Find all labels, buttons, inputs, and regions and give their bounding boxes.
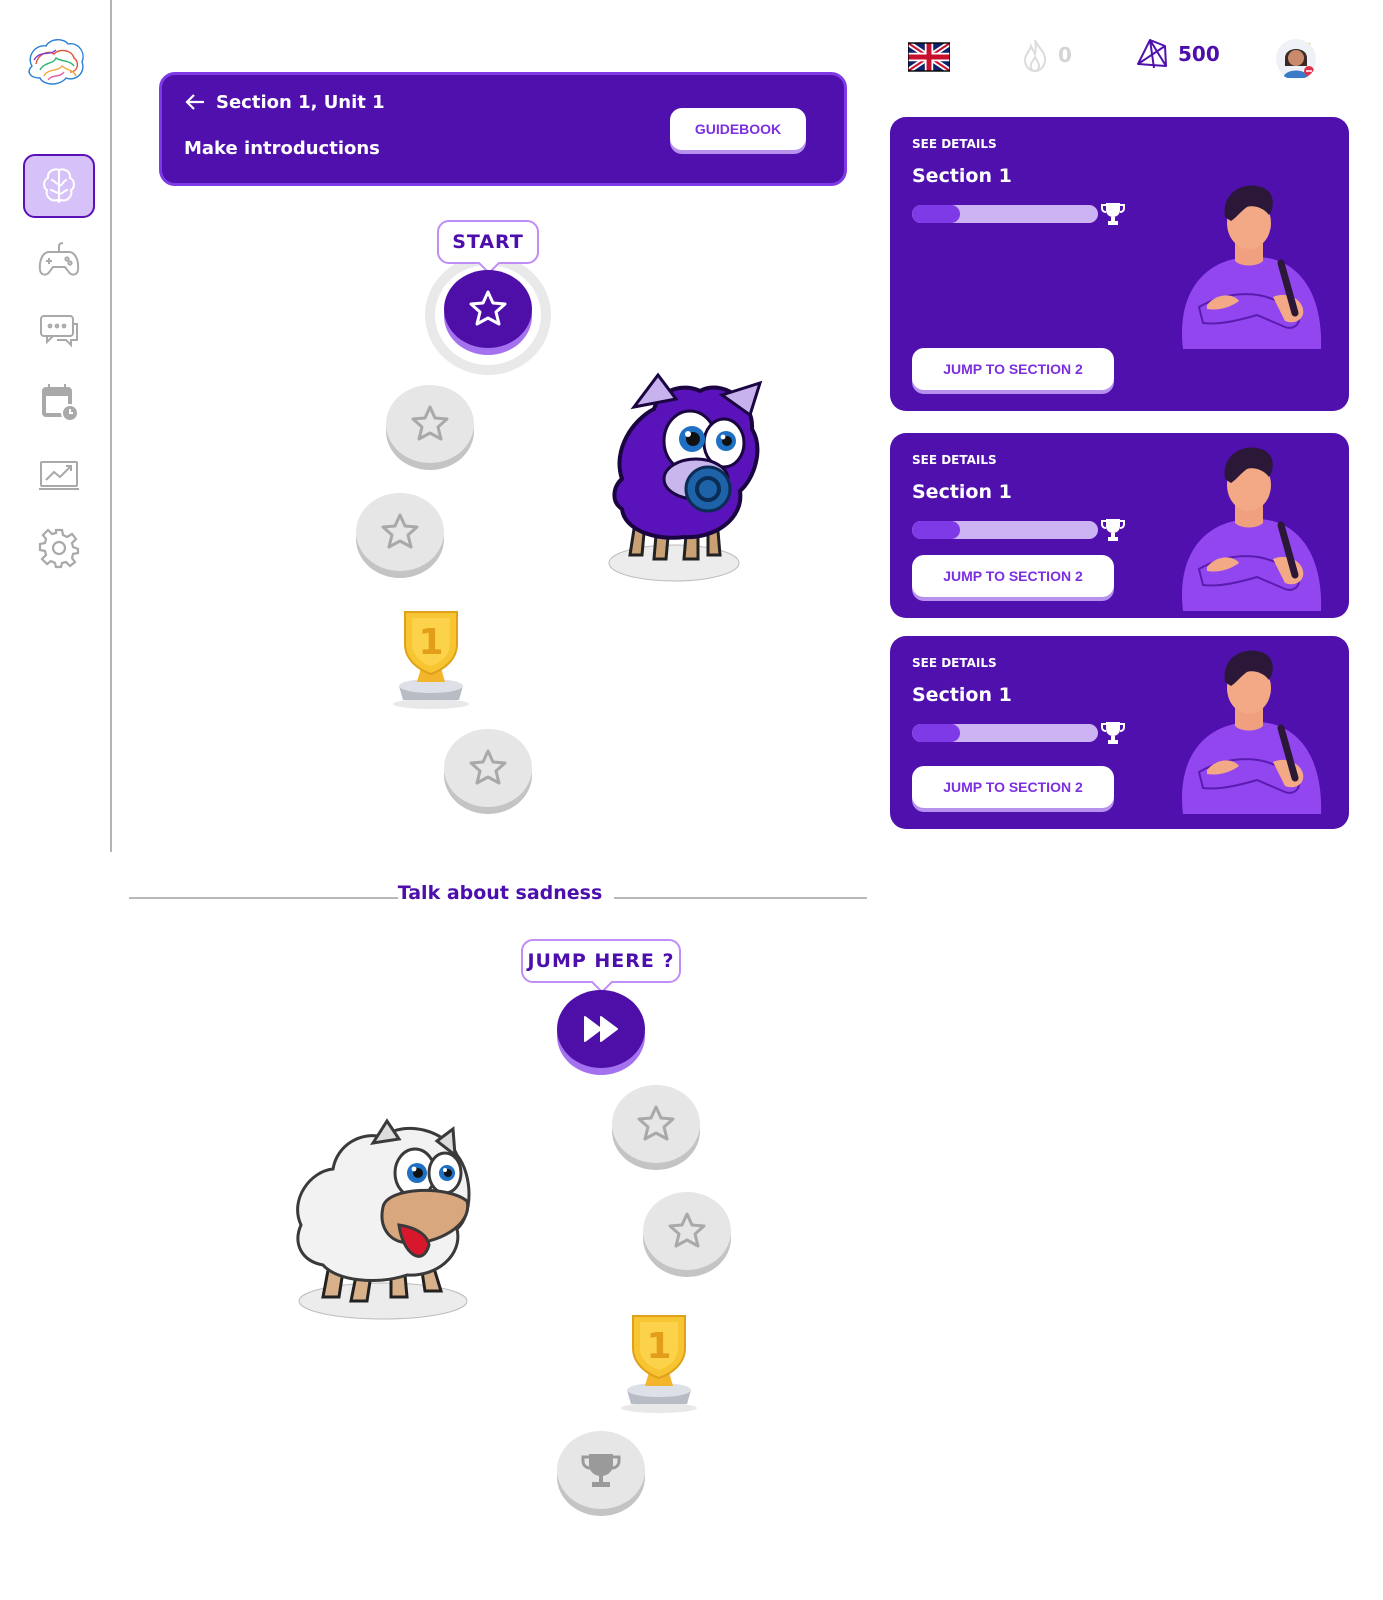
streak-count: 0 (1058, 43, 1072, 67)
see-details-link[interactable]: SEE DETAILS (912, 453, 997, 467)
progress-fill (912, 724, 961, 742)
guidebook-button[interactable]: GUIDEBOOK (670, 108, 806, 150)
divider-line (614, 897, 867, 899)
trophy-icon (1101, 722, 1125, 744)
person-illustration (1181, 185, 1322, 349)
fast-forward-icon (584, 1016, 618, 1042)
unit-section-label: Section 1, Unit 1 (216, 91, 385, 113)
unit-header: Section 1, Unit 1 Make introductions GUI… (159, 72, 847, 186)
start-bubble: START (437, 220, 539, 264)
svg-text:1: 1 (418, 622, 443, 663)
nav-games[interactable] (23, 228, 95, 292)
unit-trophy-node[interactable] (557, 1431, 645, 1515)
svg-text:1: 1 (646, 1326, 671, 1367)
lesson-node[interactable] (356, 493, 444, 577)
lesson-node[interactable] (612, 1085, 700, 1169)
section-progress-bar (912, 724, 1098, 742)
see-details-link[interactable]: SEE DETAILS (912, 137, 997, 151)
star-icon (469, 749, 507, 785)
person-illustration (1181, 447, 1322, 611)
unit-title: Make introductions (184, 138, 380, 159)
star-icon (411, 405, 449, 441)
gold-trophy-icon[interactable]: 1 (615, 1308, 703, 1418)
unit-divider-label: Talk about sadness (397, 882, 603, 904)
section-title: Section 1 (912, 481, 1012, 503)
gold-trophy-icon[interactable]: 1 (387, 604, 475, 714)
section-progress-bar (912, 205, 1098, 223)
star-icon (637, 1105, 675, 1141)
streak-stat[interactable]: 0 (1022, 38, 1072, 72)
gem-icon (1137, 39, 1167, 69)
trophy-icon (1101, 519, 1125, 541)
flame-icon (1023, 39, 1047, 72)
sidebar (0, 0, 112, 852)
white-sheep-mascot (296, 1118, 471, 1320)
jump-here-bubble: JUMP HERE ? (521, 939, 681, 983)
jump-to-section-button[interactable]: JUMP TO SECTION 2 (912, 555, 1114, 597)
progress-fill (912, 205, 961, 223)
nav-progress[interactable] (23, 444, 95, 508)
brain-icon (43, 168, 75, 204)
lesson-node[interactable] (444, 729, 532, 813)
progress-fill (912, 521, 961, 539)
star-icon (469, 290, 507, 326)
chart-icon (39, 461, 79, 490)
nav-brain[interactable] (23, 154, 95, 218)
divider-line (129, 897, 398, 899)
nav-calendar[interactable] (23, 370, 95, 434)
uk-flag-icon[interactable] (908, 41, 950, 73)
back-button[interactable]: Section 1, Unit 1 (184, 91, 385, 113)
trophy-icon (581, 1454, 621, 1487)
star-icon (668, 1212, 706, 1248)
user-avatar[interactable] (1275, 38, 1317, 80)
brain-logo[interactable] (24, 36, 88, 90)
see-details-link[interactable]: SEE DETAILS (912, 656, 997, 670)
section-title: Section 1 (912, 684, 1012, 706)
section-title: Section 1 (912, 165, 1012, 187)
calendar-clock-icon (42, 384, 79, 422)
lesson-node-start[interactable] (444, 270, 532, 354)
gems-stat[interactable]: 500 (1134, 38, 1220, 70)
chat-icon (40, 315, 78, 348)
gamepad-icon (38, 242, 80, 276)
jump-to-section-button[interactable]: JUMP TO SECTION 2 (912, 348, 1114, 390)
jump-here-node[interactable] (557, 990, 645, 1074)
section-card: SEE DETAILS Section 1 JUMP TO SECTION 2 (890, 433, 1349, 618)
lesson-node[interactable] (643, 1192, 731, 1276)
person-illustration (1181, 650, 1322, 814)
star-icon (381, 513, 419, 549)
arrow-left-icon (185, 94, 204, 110)
section-card: SEE DETAILS Section 1 JUMP TO SECTION 2 (890, 117, 1349, 411)
nav-chat[interactable] (23, 298, 95, 362)
purple-sheep-mascot (608, 372, 763, 582)
section-progress-bar (912, 521, 1098, 539)
trophy-icon (1101, 203, 1125, 225)
nav-settings[interactable] (23, 516, 95, 580)
section-card: SEE DETAILS Section 1 JUMP TO SECTION 2 (890, 636, 1349, 829)
gear-icon (38, 528, 80, 569)
jump-to-section-button[interactable]: JUMP TO SECTION 2 (912, 766, 1114, 808)
gems-count: 500 (1178, 42, 1220, 66)
lesson-node[interactable] (386, 385, 474, 469)
